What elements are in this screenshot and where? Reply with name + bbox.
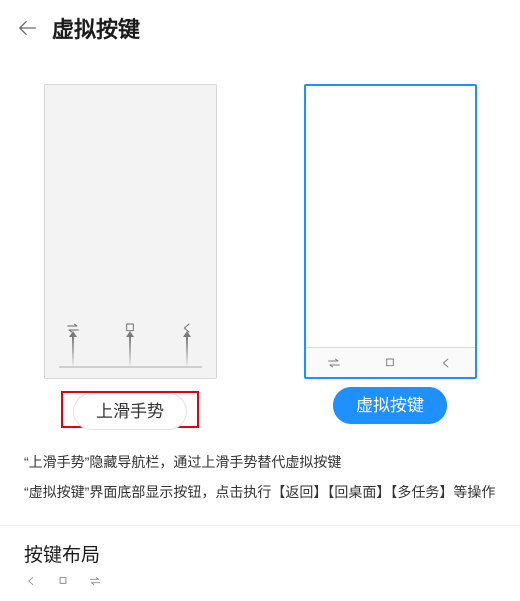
swipe-baseline <box>59 366 202 368</box>
section-divider <box>0 525 520 526</box>
nav-mode-options: 上滑手势 虚拟按键 <box>0 56 520 438</box>
back-arrow-icon <box>17 17 39 39</box>
app-header: 虚拟按键 <box>0 0 520 56</box>
swipe-indicators <box>45 308 216 368</box>
recents-swap-icon <box>326 357 342 369</box>
home-square-icon <box>382 357 398 369</box>
key-layout-preview <box>24 575 496 587</box>
recents-swap-icon <box>88 575 102 587</box>
option-swipe-gesture[interactable]: 上滑手势 <box>44 84 217 428</box>
swipe-up-arrow-icon <box>129 336 131 368</box>
option-virtual-keys[interactable]: 虚拟按键 <box>304 84 477 428</box>
home-square-icon <box>56 575 70 587</box>
swipe-col-back <box>179 322 195 368</box>
swipe-option-label[interactable]: 上滑手势 <box>73 393 187 430</box>
back-button[interactable] <box>14 14 42 42</box>
keys-preview-frame <box>304 84 477 379</box>
back-caret-icon <box>438 357 454 369</box>
desc-swipe: “上滑手势”隐藏导航栏，通过上滑手势替代虚拟按键 <box>24 452 496 472</box>
page-title: 虚拟按键 <box>52 12 140 44</box>
description-area: “上滑手势”隐藏导航栏，通过上滑手势替代虚拟按键 “虚拟按键”界面底部显示按钮，… <box>0 438 520 519</box>
swipe-col-recents <box>65 322 81 368</box>
back-caret-icon <box>24 575 38 587</box>
navbar-preview <box>306 347 475 377</box>
swipe-preview-frame <box>44 84 217 379</box>
desc-keys: “虚拟按键”界面底部显示按钮，点击执行【返回】【回桌面】【多任务】等操作 <box>24 482 496 502</box>
swipe-col-home <box>122 322 138 368</box>
swipe-up-arrow-icon <box>72 336 74 368</box>
tutorial-highlight: 上滑手势 <box>61 391 199 428</box>
swipe-up-arrow-icon <box>186 336 188 368</box>
keys-option-label[interactable]: 虚拟按键 <box>333 387 447 424</box>
key-layout-title: 按键布局 <box>24 540 496 567</box>
key-layout-section[interactable]: 按键布局 <box>0 532 520 601</box>
